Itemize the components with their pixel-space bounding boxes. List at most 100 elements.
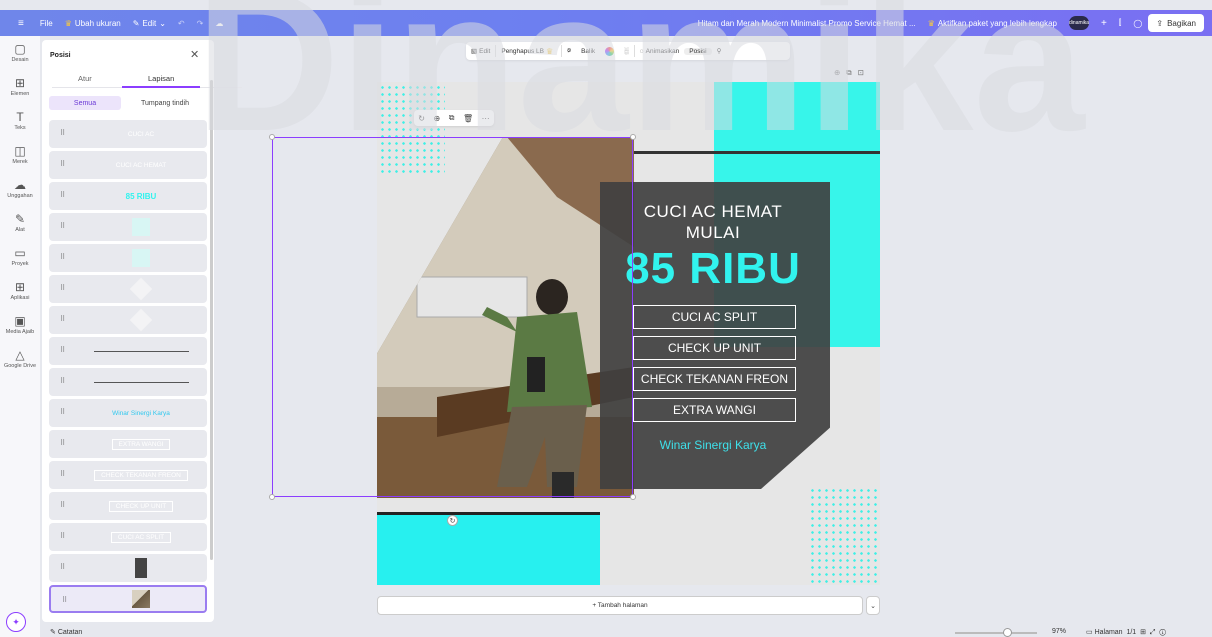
drag-handle-icon[interactable]: ⠿ <box>60 222 65 230</box>
document-title[interactable]: Hitam dan Merah Modern Minimalist Promo … <box>692 10 922 36</box>
cyan-block-bottom[interactable] <box>377 515 600 585</box>
rail-item-aplikasi[interactable]: ⊞ Aplikasi <box>0 274 40 308</box>
subtab-overlap[interactable]: Tumpang tindih <box>124 96 206 110</box>
layer-row[interactable]: ⠿ <box>49 306 207 334</box>
file-menu[interactable]: File <box>30 10 59 36</box>
add-page-icon[interactable]: ⊡ <box>858 68 870 77</box>
drag-handle-icon[interactable]: ⠿ <box>60 501 65 509</box>
price-headline[interactable]: 85 RIBU <box>608 244 818 294</box>
notes-button[interactable]: ✎ Catatan <box>50 628 82 636</box>
service-item-4[interactable]: EXTRA WANGI <box>633 398 796 422</box>
flip-button[interactable]: Balik <box>576 48 600 55</box>
color-adjust-icon[interactable] <box>600 46 619 56</box>
rail-item-desain[interactable]: ▢ Desain <box>0 36 40 70</box>
panel-scrollbar[interactable] <box>210 80 213 560</box>
chevron-down-icon[interactable]: ⌄ <box>866 596 880 615</box>
rail-item-google-drive[interactable]: △ Google Drive <box>0 342 40 376</box>
zoom-value[interactable]: 97% <box>1052 628 1066 635</box>
tab-arrange[interactable]: Atur <box>78 74 92 83</box>
subtab-all[interactable]: Semua <box>49 96 121 110</box>
drag-handle-icon[interactable]: ⠿ <box>60 191 65 199</box>
headline-line-1[interactable]: CUCI AC HEMAT <box>613 202 813 222</box>
layer-row[interactable]: ⠿ Winar Sinergi Karya <box>49 399 207 427</box>
position-button[interactable]: Posisi <box>684 47 712 55</box>
rail-item-alat[interactable]: ✎ Alat <box>0 206 40 240</box>
dot-pattern-bottom-right[interactable] <box>809 487 879 585</box>
layer-row[interactable]: ⠿ CUCI AC <box>49 120 207 148</box>
line-top-right[interactable] <box>600 151 880 154</box>
edit-menu[interactable]: ✎ Edit ⌄ <box>127 10 172 36</box>
help-icon[interactable]: ⓘ <box>1159 629 1166 636</box>
edit-image-button[interactable]: ▧ Edit <box>466 47 495 56</box>
layer-row[interactable]: ⠿ <box>49 585 207 613</box>
crop-icon[interactable]: ⟄ <box>562 47 576 55</box>
rotate-icon[interactable]: ↻ <box>418 114 425 123</box>
duplicate-icon[interactable]: ⧉ <box>449 113 455 123</box>
user-avatar[interactable]: dinamika <box>1063 10 1095 36</box>
drag-handle-icon[interactable]: ⠿ <box>60 160 65 168</box>
layer-row[interactable]: ⠿ CHECK UP UNIT <box>49 492 207 520</box>
duplicate-page-icon[interactable]: ⧉ <box>846 68 857 77</box>
service-item-3[interactable]: CHECK TEKANAN FREON <box>633 367 796 391</box>
drag-handle-icon[interactable]: ⠿ <box>62 596 67 604</box>
transparency-icon[interactable]: ░ <box>619 48 634 55</box>
lock-icon[interactable]: ⊕ <box>434 114 441 123</box>
rotate-handle[interactable]: ↻ <box>447 515 458 526</box>
drag-handle-icon[interactable]: ⠿ <box>60 563 65 571</box>
resize-button[interactable]: ♛ Ubah ukuran <box>59 10 127 36</box>
layer-row[interactable]: ⠿ <box>49 213 207 241</box>
layer-row[interactable]: ⠿ EXTRA WANGI <box>49 430 207 458</box>
resize-handle[interactable] <box>269 134 275 140</box>
comment-icon[interactable]: ◯ <box>1127 10 1148 36</box>
drag-handle-icon[interactable]: ⠿ <box>60 377 65 385</box>
drag-handle-icon[interactable]: ⠿ <box>60 439 65 447</box>
layer-row[interactable]: ⠿ <box>49 554 207 582</box>
resize-handle[interactable] <box>630 494 636 500</box>
lock-icon[interactable]: ⊕ <box>834 68 846 77</box>
add-page-button[interactable]: + Tambah halaman <box>377 596 863 615</box>
layer-row[interactable]: ⠿ CUCI AC SPLIT <box>49 523 207 551</box>
pages-indicator[interactable]: ▭ Halaman 1/1 ⊞ ⤢ ⓘ <box>1086 628 1166 637</box>
resize-handle[interactable] <box>269 494 275 500</box>
drag-handle-icon[interactable]: ⠿ <box>60 284 65 292</box>
drag-handle-icon[interactable]: ⠿ <box>60 532 65 540</box>
rail-item-unggahan[interactable]: ☁ Unggahan <box>0 172 40 206</box>
undo-button[interactable]: ↶ <box>172 10 191 36</box>
zoom-slider[interactable] <box>955 632 1037 634</box>
paint-format-icon[interactable]: ⚲ <box>712 47 727 55</box>
main-menu-button[interactable]: ≡ <box>0 10 30 36</box>
headline-line-2[interactable]: MULAI <box>613 223 813 243</box>
upgrade-link[interactable]: ♛ Aktifkan paket yang lebih lengkap <box>922 10 1063 36</box>
layer-row[interactable]: ⠿ <box>49 368 207 396</box>
rail-item-elemen[interactable]: ⊞ Elemen <box>0 70 40 104</box>
add-collaborator-button[interactable]: + <box>1095 10 1113 36</box>
rail-item-merek[interactable]: ◫ Merek <box>0 138 40 172</box>
drag-handle-icon[interactable]: ⠿ <box>60 470 65 478</box>
eraser-button[interactable]: Penghapus LB ♛ <box>496 47 561 56</box>
layer-row[interactable]: ⠿ CHECK TEKANAN FREON <box>49 461 207 489</box>
trash-icon[interactable]: 🗑 <box>463 114 473 123</box>
drag-handle-icon[interactable]: ⠿ <box>60 129 65 137</box>
drag-handle-icon[interactable]: ⠿ <box>60 253 65 261</box>
drag-handle-icon[interactable]: ⠿ <box>60 408 65 416</box>
share-button[interactable]: ⇪ Bagikan <box>1148 14 1204 32</box>
grid-view-icon[interactable]: ⊞ <box>1140 629 1146 636</box>
fullscreen-icon[interactable]: ⤢ <box>1150 629 1156 636</box>
service-item-2[interactable]: CHECK UP UNIT <box>633 336 796 360</box>
drag-handle-icon[interactable]: ⠿ <box>60 315 65 323</box>
layer-row[interactable]: ⠿ CUCI AC HEMAT <box>49 151 207 179</box>
selection-box[interactable] <box>269 134 636 500</box>
drag-handle-icon[interactable]: ⠿ <box>60 346 65 354</box>
rail-item-teks[interactable]: T Teks <box>0 104 40 138</box>
resize-handle[interactable] <box>630 134 636 140</box>
service-item-1[interactable]: CUCI AC SPLIT <box>633 305 796 329</box>
layer-row[interactable]: ⠿ <box>49 275 207 303</box>
zoom-slider-handle[interactable] <box>1003 628 1012 637</box>
stats-icon[interactable]: ⫿ <box>1113 10 1128 36</box>
rail-item-media-ajaib[interactable]: ▣ Media Ajaib <box>0 308 40 342</box>
brand-name[interactable]: Winar Sinergi Karya <box>608 438 818 452</box>
magic-sparkle-button[interactable]: ✦ <box>6 612 26 632</box>
layer-row[interactable]: ⠿ 85 RIBU <box>49 182 207 210</box>
more-icon[interactable]: ⋯ <box>482 114 490 123</box>
layer-row[interactable]: ⠿ <box>49 337 207 365</box>
